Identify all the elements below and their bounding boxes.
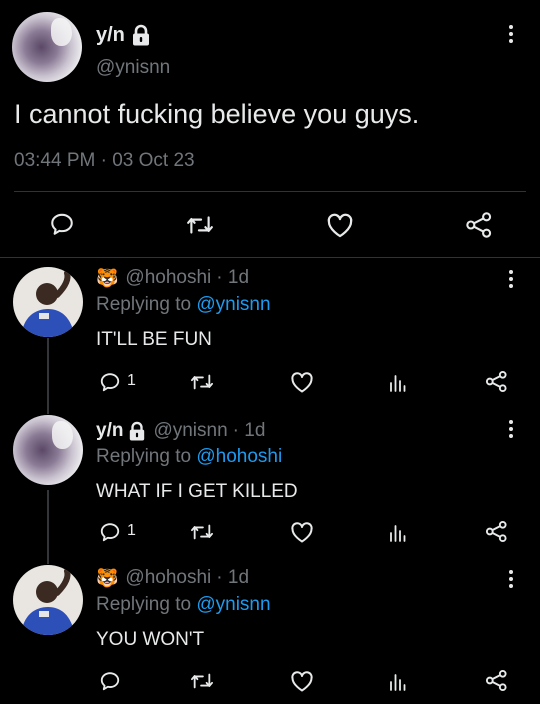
handle[interactable]: @hohoshi bbox=[125, 567, 211, 589]
like-icon[interactable] bbox=[290, 521, 314, 543]
replying-line: Replying to @ynisnn bbox=[96, 294, 271, 315]
age: · 1d bbox=[216, 567, 250, 588]
avatar[interactable] bbox=[12, 12, 82, 82]
share-icon[interactable] bbox=[485, 669, 508, 692]
lock-icon bbox=[131, 24, 151, 46]
replying-line: Replying to @hohoshi bbox=[96, 446, 283, 467]
divider bbox=[14, 191, 526, 192]
reply-header: 🐯 @hohoshi · 1d bbox=[96, 565, 249, 591]
reply-text: IT'LL BE FUN bbox=[96, 329, 212, 350]
tiger-emoji: 🐯 bbox=[96, 267, 119, 288]
display-name[interactable]: y/n bbox=[96, 420, 123, 442]
tiger-emoji: 🐯 bbox=[96, 567, 119, 588]
more-icon[interactable] bbox=[509, 420, 515, 441]
thread-line bbox=[47, 490, 49, 564]
retweet-icon[interactable] bbox=[190, 670, 214, 692]
share-icon[interactable] bbox=[465, 211, 493, 239]
analytics-icon[interactable] bbox=[389, 522, 407, 542]
handle[interactable]: @ynisnn bbox=[153, 420, 227, 442]
like-icon[interactable] bbox=[326, 212, 354, 238]
replying-to-link[interactable]: @ynisnn bbox=[196, 594, 270, 615]
reply-text: YOU WON'T bbox=[96, 629, 205, 650]
analytics-icon[interactable] bbox=[389, 671, 407, 691]
analytics-icon[interactable] bbox=[389, 372, 407, 392]
share-icon[interactable] bbox=[485, 370, 508, 393]
avatar[interactable] bbox=[13, 415, 83, 485]
replying-to-link[interactable]: @ynisnn bbox=[196, 294, 270, 315]
share-icon[interactable] bbox=[485, 520, 508, 543]
tweet-text: I cannot fucking believe you guys. bbox=[14, 99, 420, 129]
reply-icon[interactable] bbox=[99, 371, 121, 393]
more-icon[interactable] bbox=[509, 270, 515, 291]
lock-icon bbox=[128, 421, 146, 441]
retweet-icon[interactable] bbox=[190, 521, 214, 543]
replying-to-link[interactable]: @hohoshi bbox=[196, 446, 282, 467]
avatar[interactable] bbox=[13, 267, 83, 337]
display-name[interactable]: y/n bbox=[96, 24, 125, 47]
more-icon[interactable] bbox=[509, 570, 515, 591]
age: · 1d bbox=[216, 267, 250, 288]
reply-icon[interactable] bbox=[49, 211, 75, 237]
more-icon[interactable] bbox=[509, 25, 515, 46]
timestamp[interactable]: 03:44 PM · 03 Oct 23 bbox=[14, 150, 195, 172]
like-icon[interactable] bbox=[290, 670, 314, 692]
author-row: y/n bbox=[96, 23, 151, 47]
retweet-icon[interactable] bbox=[190, 371, 214, 393]
handle[interactable]: @hohoshi bbox=[125, 267, 211, 289]
divider bbox=[0, 257, 540, 258]
reply-count: 1 bbox=[127, 522, 136, 539]
reply-text: WHAT IF I GET KILLED bbox=[96, 481, 298, 502]
replying-line: Replying to @ynisnn bbox=[96, 594, 271, 615]
age: · 1d bbox=[232, 420, 266, 441]
reply-icon[interactable] bbox=[99, 670, 121, 692]
retweet-icon[interactable] bbox=[186, 212, 214, 238]
like-icon[interactable] bbox=[290, 371, 314, 393]
reply-icon[interactable] bbox=[99, 521, 121, 543]
reply-header: y/n @ynisnn · 1d bbox=[96, 418, 265, 444]
reply-header: 🐯 @hohoshi · 1d bbox=[96, 265, 249, 291]
reply-count: 1 bbox=[127, 372, 136, 389]
thread-line bbox=[47, 338, 49, 414]
handle[interactable]: @ynisnn bbox=[96, 57, 170, 79]
avatar[interactable] bbox=[13, 565, 83, 635]
